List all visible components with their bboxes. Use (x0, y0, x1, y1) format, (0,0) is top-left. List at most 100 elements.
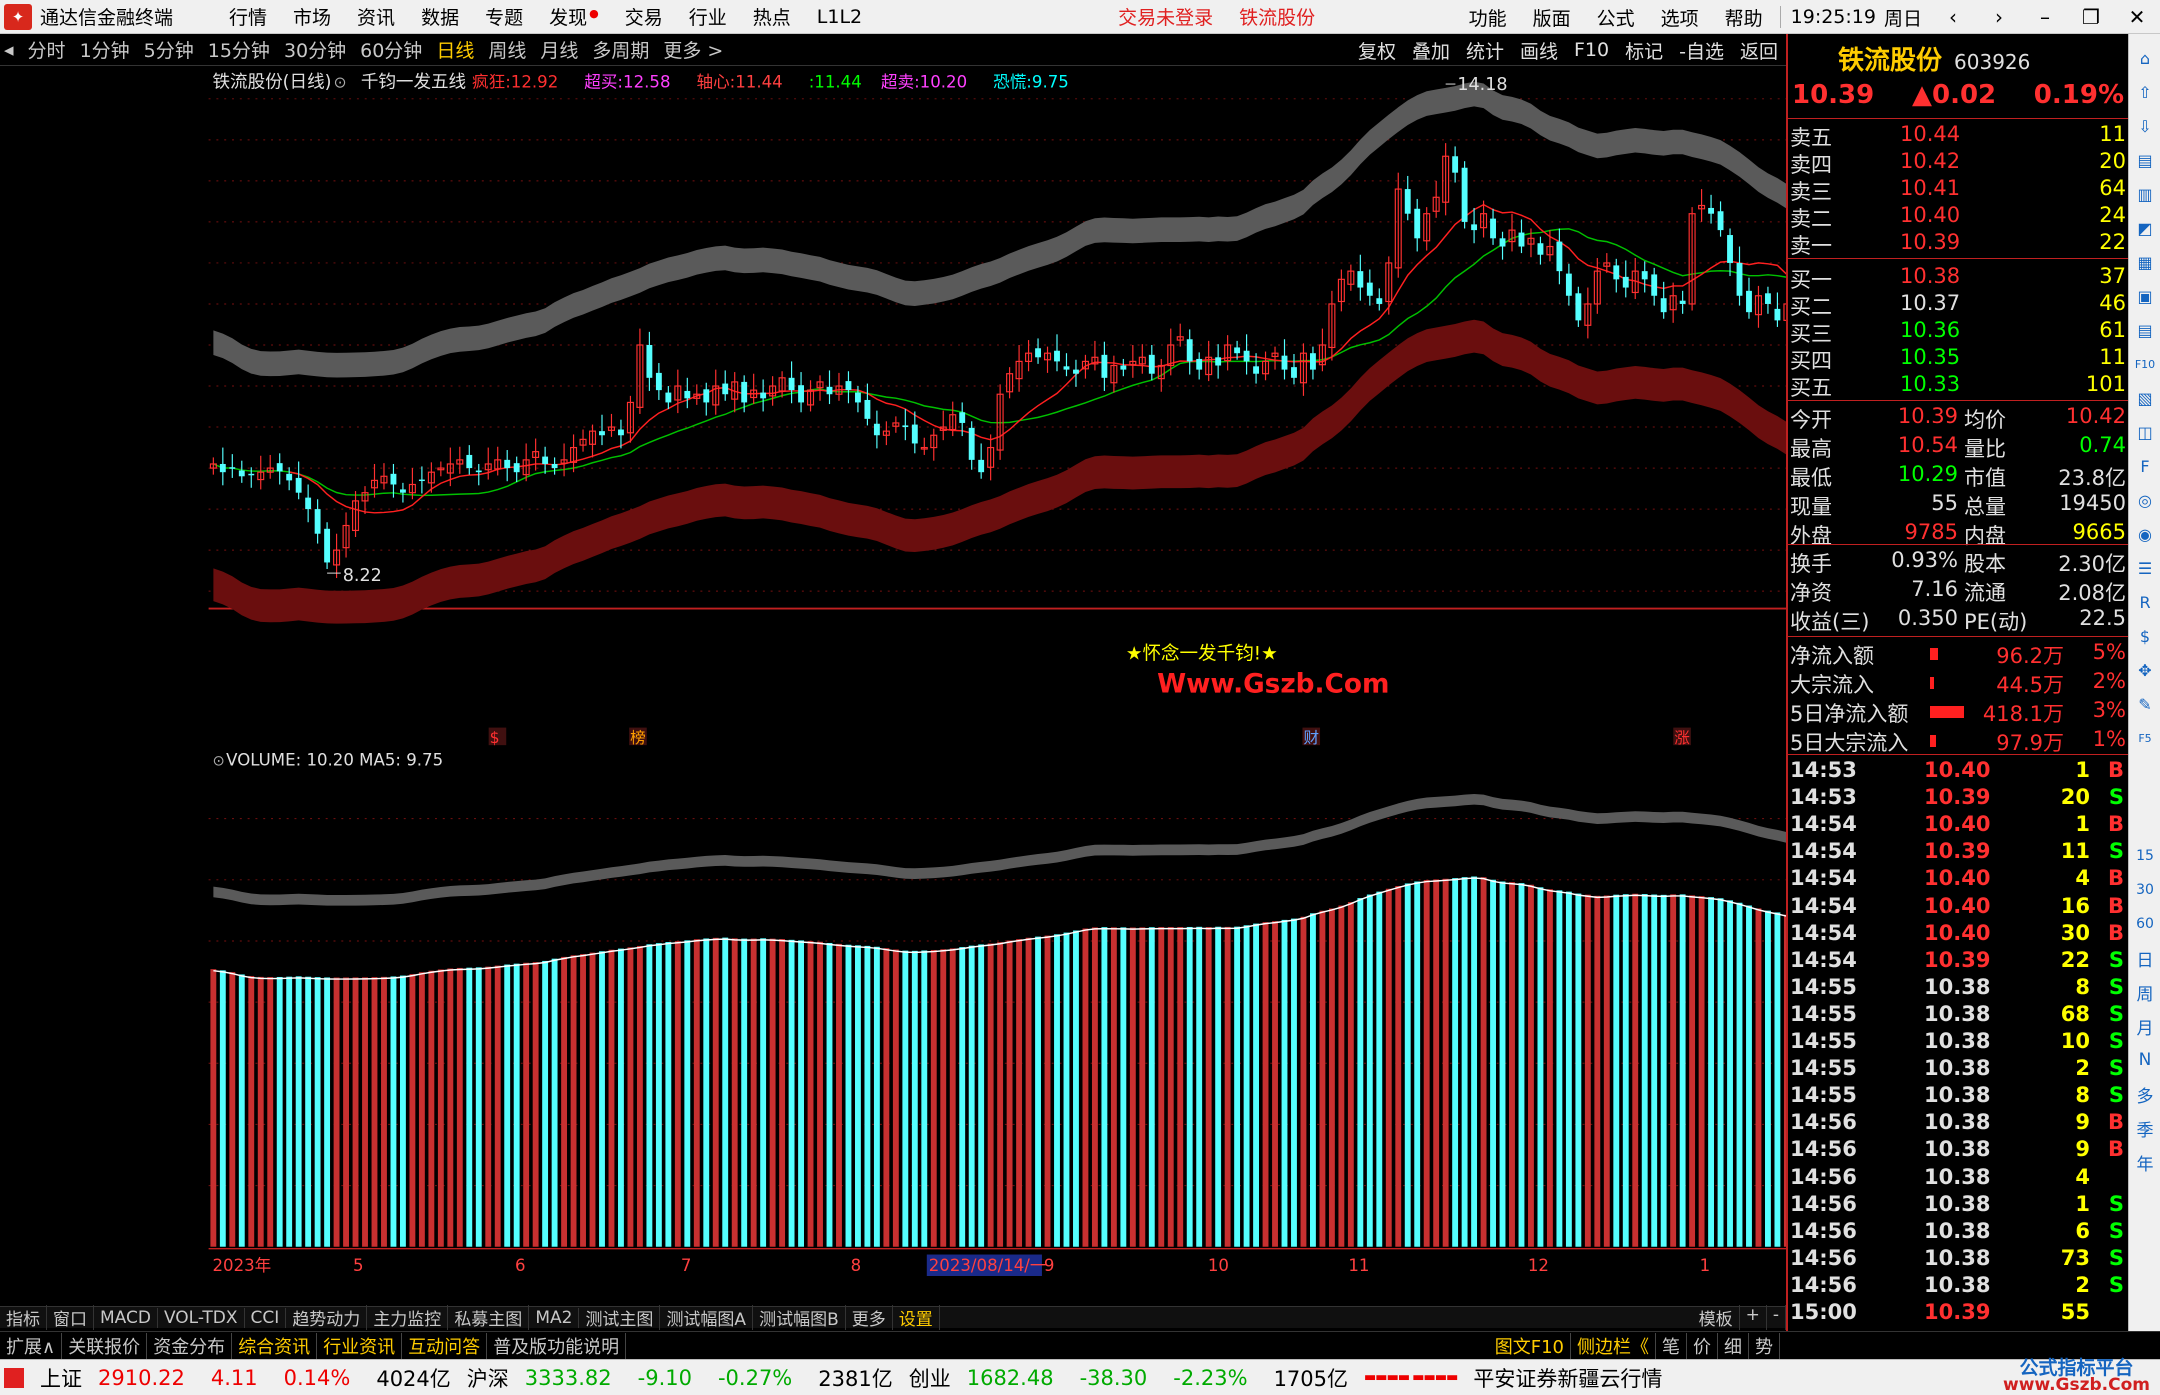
menu-zhuanti[interactable]: 专题 (485, 3, 523, 30)
side-tool-icon[interactable]: F (2133, 454, 2157, 478)
indicator-tab-11[interactable]: 测试幅图B (753, 1305, 846, 1330)
side-panel-tab[interactable]: 细 (1718, 1332, 1749, 1359)
period-shortcut[interactable]: 日 (2133, 946, 2157, 971)
template-control[interactable]: 模板 (1693, 1305, 1740, 1330)
period-30min[interactable]: 30分钟 (284, 36, 346, 63)
bottom-tab-4[interactable]: 行业资讯 (317, 1332, 403, 1359)
bottom-tab-5[interactable]: 互动问答 (402, 1332, 488, 1359)
indicator-tab-1[interactable]: 窗口 (47, 1305, 94, 1330)
indicator-tab-3[interactable]: VOL-TDX (158, 1307, 245, 1328)
side-tool-icon[interactable]: ▣ (2133, 284, 2157, 308)
side-tool-icon[interactable]: ✥ (2133, 658, 2157, 682)
volume-dropdown-icon[interactable]: ⊙ (213, 753, 225, 770)
menu-shuju[interactable]: 数据 (421, 3, 459, 30)
menu-bangzhu[interactable]: 帮助 (1725, 4, 1763, 31)
period-multi[interactable]: 多周期 (592, 36, 649, 63)
indicator-tab-5[interactable]: 趋势动力 (286, 1305, 368, 1330)
period-shortcut[interactable]: 30 (2133, 878, 2157, 902)
btn-diejia[interactable]: 叠加 (1412, 37, 1450, 64)
side-tool-icon[interactable]: ⇧ (2133, 80, 2157, 104)
bottom-tab-6[interactable]: 普及版功能说明 (487, 1332, 627, 1359)
side-tool-icon[interactable]: ⌂ (2133, 46, 2157, 70)
side-tool-icon[interactable]: $ (2133, 624, 2157, 648)
period-fenshi[interactable]: 分时 (28, 36, 66, 63)
period-daily[interactable]: 日线 (436, 36, 474, 63)
back-arrow-icon[interactable]: ‹ (1930, 5, 1976, 29)
menu-gongshi[interactable]: 公式 (1597, 4, 1635, 31)
side-tool-icon[interactable]: ⇩ (2133, 114, 2157, 138)
template-control[interactable]: - (1767, 1305, 1786, 1330)
btn-huaxian[interactable]: 画线 (1520, 37, 1558, 64)
indicator-tab-0[interactable]: 指标 (0, 1305, 47, 1330)
btn-tongji[interactable]: 统计 (1466, 37, 1504, 64)
side-tool-icon[interactable]: F5 (2133, 726, 2157, 750)
side-tool-icon[interactable]: ◫ (2133, 420, 2157, 444)
side-tool-icon[interactable]: ◎ (2133, 488, 2157, 512)
period-shortcut[interactable]: 多 (2133, 1082, 2157, 1107)
side-tool-icon[interactable]: ▥ (2133, 182, 2157, 206)
side-tool-icon[interactable]: ▦ (2133, 250, 2157, 274)
bottom-tab-3[interactable]: 综合资讯 (232, 1332, 318, 1359)
btn-fanhui[interactable]: 返回 (1740, 37, 1778, 64)
bottom-tab-2[interactable]: 资金分布 (147, 1332, 233, 1359)
restore-icon[interactable]: ❐ (2068, 5, 2114, 29)
side-tool-icon[interactable]: ✎ (2133, 692, 2157, 716)
index-quote[interactable]: 创业 1682.48 -38.30 -2.23% 1705亿 (901, 1363, 1356, 1393)
btn-f10[interactable]: F10 (1574, 39, 1609, 61)
side-tool-icon[interactable]: R (2133, 590, 2157, 614)
side-tool-icon[interactable]: ◩ (2133, 216, 2157, 240)
btn-fuquan[interactable]: 复权 (1358, 37, 1396, 64)
side-panel-tab[interactable]: 势 (1749, 1332, 1780, 1359)
side-panel-tab[interactable]: 价 (1687, 1332, 1718, 1359)
indicator-tab-12[interactable]: 更多 (846, 1305, 893, 1330)
menu-xuanxiang[interactable]: 选项 (1661, 4, 1699, 31)
indicator-tab-4[interactable]: CCI (245, 1307, 287, 1328)
indicator-tab-6[interactable]: 主力监控 (367, 1305, 449, 1330)
period-monthly[interactable]: 月线 (540, 36, 578, 63)
chart-toggle-icon[interactable]: ◂ (4, 39, 14, 61)
side-tool-icon[interactable]: ☰ (2133, 556, 2157, 580)
menu-zixun[interactable]: 资讯 (357, 3, 395, 30)
menu-jiaoyi[interactable]: 交易 (625, 3, 663, 30)
side-tool-icon[interactable]: ▧ (2133, 386, 2157, 410)
menu-banmian[interactable]: 版面 (1533, 4, 1571, 31)
close-icon[interactable]: ✕ (2114, 5, 2160, 29)
template-control[interactable]: + (1740, 1305, 1767, 1330)
period-shortcut[interactable]: 周 (2133, 980, 2157, 1005)
period-shortcut[interactable]: 季 (2133, 1116, 2157, 1141)
side-panel-tab[interactable]: 侧边栏《 (1571, 1332, 1656, 1359)
btn-biaoji[interactable]: 标记 (1625, 37, 1663, 64)
indicator-tab-7[interactable]: 私募主图 (448, 1305, 530, 1330)
bottom-tab-0[interactable]: 扩展∧ (0, 1332, 63, 1359)
side-tool-icon[interactable]: F10 (2133, 352, 2157, 376)
indicator-name[interactable]: 千钧一发五线 (361, 72, 466, 92)
menu-faxian[interactable]: 发现 ● (549, 3, 599, 30)
index-quote[interactable]: 沪深 3333.82 -9.10 -0.27% 2381亿 (459, 1363, 901, 1393)
period-1min[interactable]: 1分钟 (80, 36, 130, 63)
index-quote[interactable]: 上证 2910.22 4.11 0.14% 4024亿 (32, 1363, 459, 1393)
period-shortcut[interactable]: 60 (2133, 912, 2157, 936)
period-more[interactable]: 更多 > (663, 36, 723, 63)
period-15min[interactable]: 15分钟 (208, 36, 270, 63)
period-5min[interactable]: 5分钟 (144, 36, 194, 63)
minimize-icon[interactable]: – (2022, 5, 2068, 29)
side-tool-icon[interactable]: ◉ (2133, 522, 2157, 546)
period-weekly[interactable]: 周线 (488, 36, 526, 63)
period-shortcut[interactable]: N (2133, 1048, 2157, 1072)
indicator-dropdown-icon[interactable]: ⊙ (334, 73, 347, 91)
menu-gongneng[interactable]: 功能 (1469, 4, 1507, 31)
side-tool-icon[interactable]: ▤ (2133, 318, 2157, 342)
bottom-tab-1[interactable]: 关联报价 (62, 1332, 148, 1359)
indicator-tab-9[interactable]: 测试主图 (579, 1305, 661, 1330)
side-panel-tab[interactable]: 笔 (1656, 1332, 1687, 1359)
indicator-tab-8[interactable]: MA2 (529, 1307, 580, 1328)
period-shortcut[interactable]: 月 (2133, 1014, 2157, 1039)
period-60min[interactable]: 60分钟 (360, 36, 422, 63)
side-panel-tab[interactable]: 图文F10 (1489, 1332, 1571, 1359)
menu-hangye[interactable]: 行业 (689, 3, 727, 30)
menu-hangqing[interactable]: 行情 (229, 3, 267, 30)
menu-shichang[interactable]: 市场 (293, 3, 331, 30)
menu-l1l2[interactable]: L1L2 (817, 6, 862, 28)
side-tool-icon[interactable]: ▤ (2133, 148, 2157, 172)
period-shortcut[interactable]: 15 (2133, 844, 2157, 868)
